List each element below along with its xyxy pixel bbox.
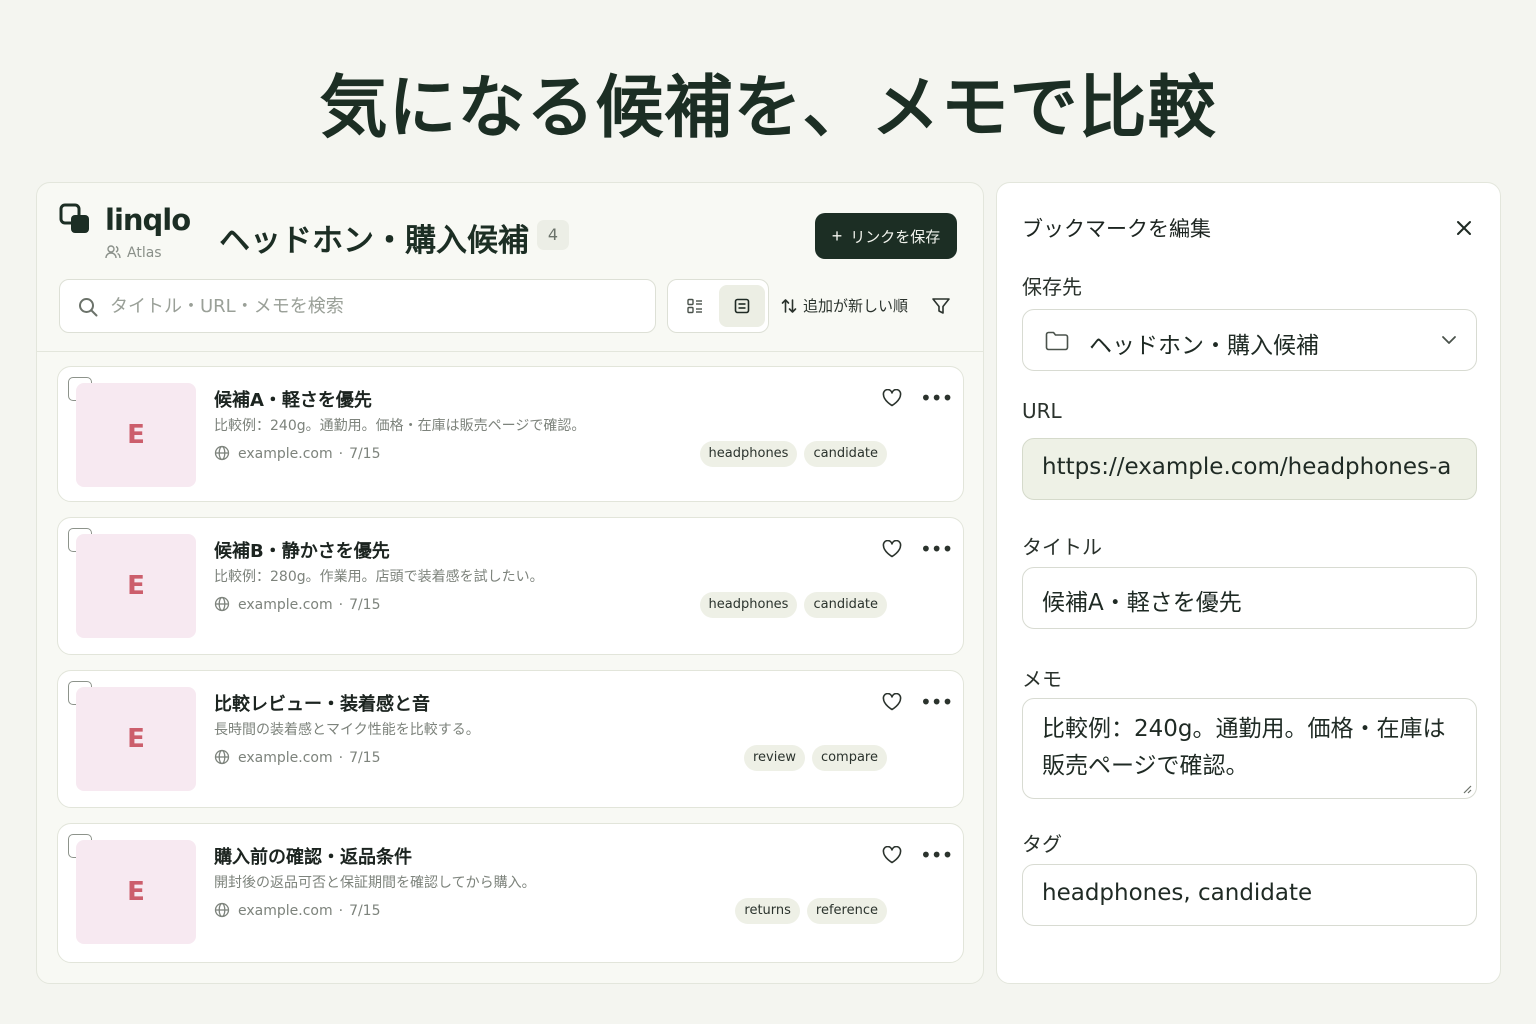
chevron-down-icon bbox=[1442, 336, 1456, 344]
list-divider bbox=[37, 351, 983, 352]
search-icon bbox=[79, 298, 98, 317]
url-label: URL bbox=[1022, 399, 1062, 423]
title-label: タイトル bbox=[1022, 535, 1102, 559]
sort-icon bbox=[781, 299, 797, 313]
logo-icon bbox=[59, 203, 89, 233]
tag-chip[interactable]: candidate bbox=[804, 441, 887, 467]
hero-title: 気になる候補を、メモで比較 bbox=[319, 69, 1217, 148]
bookmark-domain: example.com bbox=[238, 597, 333, 613]
bookmark-list-panel: linqlo Atlas ヘッドホン・購入候補 4 + リンクを保存 タイトル・… bbox=[36, 182, 984, 984]
destination-value: ヘッドホン・購入候補 bbox=[1089, 333, 1319, 359]
tag-chip[interactable]: review bbox=[743, 745, 805, 771]
tag-chip[interactable]: compare bbox=[811, 745, 887, 771]
view-grid-button[interactable] bbox=[672, 285, 718, 327]
list-icon bbox=[734, 298, 750, 314]
tag-list: headphones candidate bbox=[699, 592, 887, 618]
bookmark-card[interactable]: E 比較レビュー・装着感と音 長時間の装着感とマイク性能を比較する。 examp… bbox=[57, 670, 964, 808]
bookmark-memo: 比較例：280g。作業用。店頭で装着感を試したい。 bbox=[214, 569, 544, 585]
meta-separator: · bbox=[338, 446, 344, 462]
heart-icon[interactable] bbox=[882, 389, 902, 407]
sort-label: 追加が新しい順 bbox=[803, 297, 909, 315]
bookmark-date: 7/15 bbox=[349, 446, 381, 462]
bookmark-meta: example.com · 7/15 bbox=[214, 596, 381, 613]
bookmark-date: 7/15 bbox=[349, 750, 381, 766]
more-options-icon[interactable]: ••• bbox=[920, 539, 953, 559]
tag-list: review compare bbox=[743, 745, 887, 771]
globe-icon bbox=[214, 596, 230, 612]
bookmark-card[interactable]: E 候補A・軽さを優先 比較例：240g。通勤用。価格・在庫は販売ページで確認。… bbox=[57, 366, 964, 502]
bookmark-meta: example.com · 7/15 bbox=[214, 445, 381, 462]
tag-chip[interactable]: reference bbox=[806, 898, 887, 924]
bookmark-meta: example.com · 7/15 bbox=[214, 902, 381, 919]
heart-icon[interactable] bbox=[882, 540, 902, 558]
folder-icon bbox=[1045, 331, 1069, 351]
more-options-icon[interactable]: ••• bbox=[920, 845, 953, 865]
meta-separator: · bbox=[338, 903, 344, 919]
edit-bookmark-panel: ブックマークを編集 保存先 ヘッドホン・購入候補 URL https://exa… bbox=[996, 182, 1501, 984]
tag-list: returns reference bbox=[735, 898, 887, 924]
thumbnail: E bbox=[76, 687, 196, 791]
save-link-label: リンクを保存 bbox=[850, 229, 941, 246]
tag-chip[interactable]: returns bbox=[735, 898, 800, 924]
bookmark-title[interactable]: 候補A・軽さを優先 bbox=[214, 386, 372, 412]
more-options-icon[interactable]: ••• bbox=[920, 692, 953, 712]
memo-value: 比較例：240g。通勤用。価格・在庫は販売ページで確認。 bbox=[1042, 716, 1446, 779]
url-field[interactable]: https://example.com/headphones-a bbox=[1022, 438, 1477, 500]
thumbnail: E bbox=[76, 383, 196, 487]
bookmark-card[interactable]: E 候補B・静かさを優先 比較例：280g。作業用。店頭で装着感を試したい。 e… bbox=[57, 517, 964, 655]
tag-list: headphones candidate bbox=[699, 441, 887, 467]
heart-icon[interactable] bbox=[882, 693, 902, 711]
close-icon[interactable] bbox=[1455, 219, 1473, 237]
resize-handle-icon[interactable] bbox=[1462, 784, 1472, 794]
memo-label: メモ bbox=[1022, 667, 1062, 691]
workspace-name: Atlas bbox=[127, 245, 162, 261]
collection-count-badge: 4 bbox=[537, 220, 569, 250]
save-link-button[interactable]: + リンクを保存 bbox=[815, 213, 957, 259]
meta-separator: · bbox=[338, 750, 344, 766]
bookmark-memo: 長時間の装着感とマイク性能を比較する。 bbox=[214, 722, 480, 738]
tag-chip[interactable]: candidate bbox=[804, 592, 887, 618]
app-name: linqlo bbox=[105, 203, 191, 237]
bookmark-title[interactable]: 購入前の確認・返品条件 bbox=[214, 843, 412, 869]
destination-label: 保存先 bbox=[1022, 275, 1082, 299]
plus-icon: + bbox=[831, 226, 843, 246]
tags-label: タグ bbox=[1022, 832, 1062, 856]
bookmark-domain: example.com bbox=[238, 750, 333, 766]
thumbnail: E bbox=[76, 534, 196, 638]
bookmark-title[interactable]: 比較レビュー・装着感と音 bbox=[214, 690, 430, 716]
bookmark-memo: 開封後の返品可否と保証期間を確認してから購入。 bbox=[214, 875, 536, 891]
view-toggle bbox=[667, 279, 769, 333]
bookmark-card[interactable]: E 購入前の確認・返品条件 開封後の返品可否と保証期間を確認してから購入。 ex… bbox=[57, 823, 964, 963]
collection-title: ヘッドホン・購入候補 bbox=[219, 223, 529, 259]
workspace-label[interactable]: Atlas bbox=[105, 245, 162, 261]
tag-chip[interactable]: headphones bbox=[699, 441, 798, 467]
meta-separator: · bbox=[338, 597, 344, 613]
globe-icon bbox=[214, 445, 230, 461]
bookmark-title[interactable]: 候補B・静かさを優先 bbox=[214, 537, 390, 563]
sort-button[interactable]: 追加が新しい順 bbox=[781, 295, 908, 316]
more-options-icon[interactable]: ••• bbox=[920, 388, 953, 408]
tag-chip[interactable]: headphones bbox=[699, 592, 798, 618]
search-input[interactable] bbox=[110, 280, 640, 332]
heart-icon[interactable] bbox=[882, 846, 902, 864]
users-icon bbox=[105, 245, 121, 259]
editor-title: ブックマークを編集 bbox=[1022, 217, 1211, 241]
thumbnail: E bbox=[76, 840, 196, 944]
globe-icon bbox=[214, 902, 230, 918]
bookmark-meta: example.com · 7/15 bbox=[214, 749, 381, 766]
list-detail-icon bbox=[687, 298, 702, 314]
globe-icon bbox=[214, 749, 230, 765]
tags-field[interactable]: headphones, candidate bbox=[1022, 864, 1477, 926]
title-field[interactable]: 候補A・軽さを優先 bbox=[1022, 567, 1477, 629]
bookmark-domain: example.com bbox=[238, 446, 333, 462]
view-list-button[interactable] bbox=[719, 285, 765, 327]
bookmark-memo: 比較例：240g。通勤用。価格・在庫は販売ページで確認。 bbox=[214, 418, 586, 434]
memo-field[interactable]: 比較例：240g。通勤用。価格・在庫は販売ページで確認。 bbox=[1022, 698, 1477, 799]
search-box bbox=[59, 279, 656, 333]
bookmark-domain: example.com bbox=[238, 903, 333, 919]
filter-icon[interactable] bbox=[931, 296, 951, 316]
bookmark-date: 7/15 bbox=[349, 903, 381, 919]
destination-select[interactable]: ヘッドホン・購入候補 bbox=[1022, 309, 1477, 371]
bookmark-date: 7/15 bbox=[349, 597, 381, 613]
